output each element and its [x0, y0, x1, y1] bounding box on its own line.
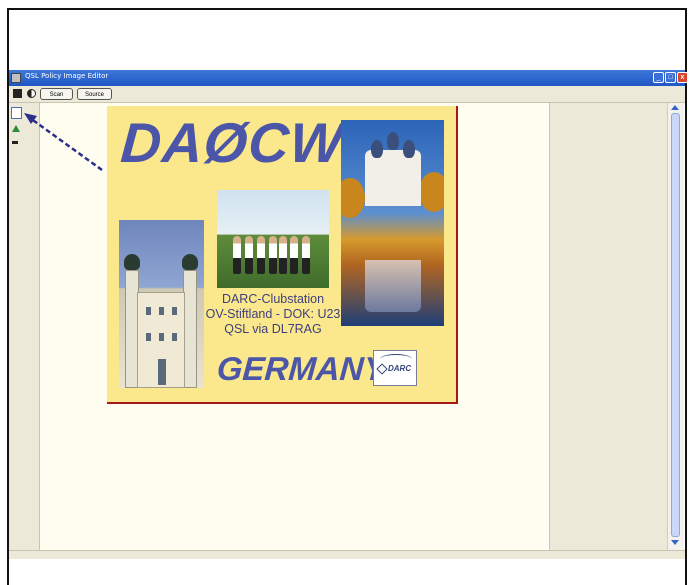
- annotation-arrow: [24, 113, 103, 172]
- annotation-arrow-line: [29, 116, 103, 172]
